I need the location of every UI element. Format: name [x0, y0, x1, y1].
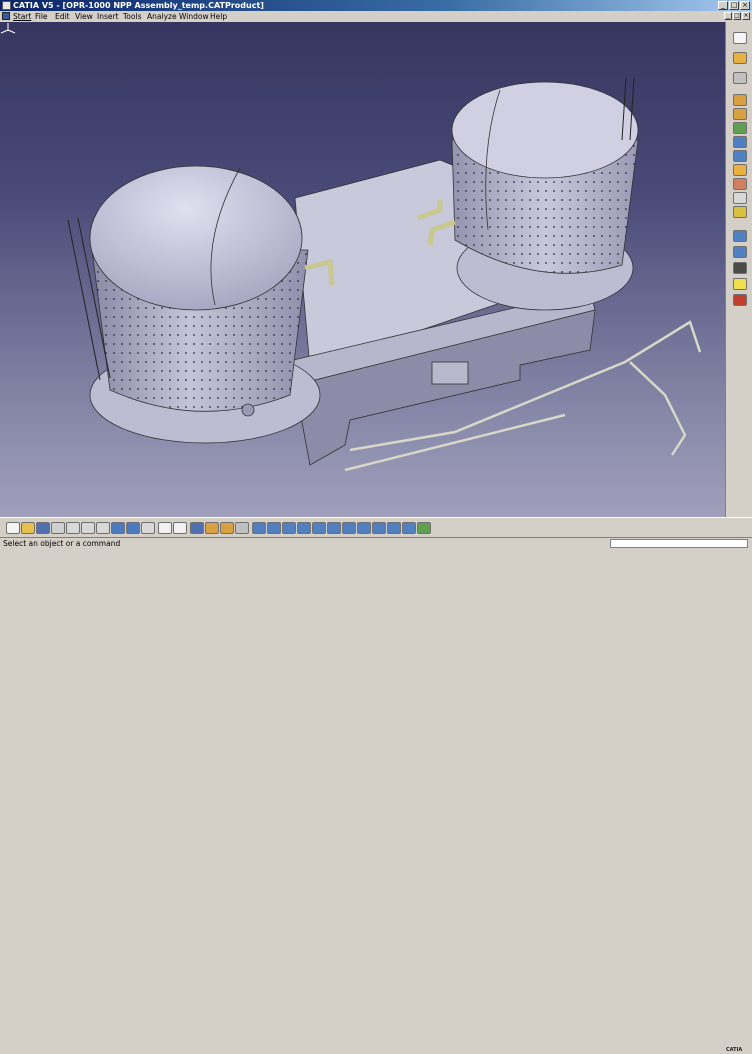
doc-close-button[interactable]: × — [742, 12, 750, 20]
3d-viewport[interactable] — [0, 22, 725, 517]
hide-show-icon[interactable] — [387, 522, 401, 534]
right-storage-tank[interactable] — [451, 81, 639, 274]
annotation-icon[interactable] — [733, 262, 747, 274]
menu-edit[interactable]: Edit — [55, 11, 70, 22]
fit-all-icon[interactable] — [267, 522, 281, 534]
cut-icon[interactable] — [66, 522, 80, 534]
scene-icon[interactable] — [733, 192, 747, 204]
sketch-icon[interactable] — [205, 522, 219, 534]
copy-icon[interactable] — [81, 522, 95, 534]
status-message: Select an object or a command — [3, 539, 121, 548]
knowledge-icon[interactable] — [235, 522, 249, 534]
sketch-icon[interactable] — [733, 52, 747, 64]
manipulate-icon[interactable] — [733, 150, 747, 162]
doc-minimize-button[interactable]: _ — [724, 12, 732, 20]
zoom-out-icon[interactable] — [327, 522, 341, 534]
swap-icon[interactable] — [402, 522, 416, 534]
window-title: CATIA V5 - [OPR-1000 NPP Assembly_temp.C… — [13, 1, 264, 10]
close-button[interactable]: × — [740, 1, 750, 10]
constraint-icon[interactable] — [733, 122, 747, 134]
menu-window[interactable]: Window — [179, 11, 209, 22]
part-icon[interactable] — [733, 94, 747, 106]
title-bar: CATIA V5 - [OPR-1000 NPP Assembly_temp.C… — [0, 0, 752, 11]
compass-axis-icon[interactable] — [0, 22, 16, 38]
render-style-icon[interactable] — [372, 522, 386, 534]
fly-icon[interactable] — [252, 522, 266, 534]
iso-view-icon[interactable] — [357, 522, 371, 534]
product-icon[interactable] — [733, 108, 747, 120]
menu-file[interactable]: File — [35, 11, 48, 22]
right-toolbar — [725, 22, 752, 517]
rotate-view-icon[interactable] — [297, 522, 311, 534]
minimize-button[interactable]: _ — [718, 1, 728, 10]
print-icon[interactable] — [51, 522, 65, 534]
measure-icon[interactable] — [733, 136, 747, 148]
menu-tools[interactable]: Tools — [123, 11, 141, 22]
command-input[interactable] — [610, 539, 748, 548]
clash-icon[interactable] — [733, 230, 747, 242]
catia-logo: CATIA — [726, 1040, 750, 1054]
comment-icon[interactable] — [173, 522, 187, 534]
explode-icon[interactable] — [733, 206, 747, 218]
formula-icon[interactable] — [158, 522, 172, 534]
catia-app-icon[interactable] — [2, 1, 11, 10]
zoom-in-icon[interactable] — [312, 522, 326, 534]
paste-icon[interactable] — [96, 522, 110, 534]
snap-icon[interactable] — [733, 164, 747, 176]
maximize-button[interactable]: □ — [729, 1, 739, 10]
undo-icon[interactable] — [111, 522, 125, 534]
new-icon[interactable] — [6, 522, 20, 534]
help-icon[interactable] — [141, 522, 155, 534]
bottom-toolbar: CATIA — [0, 517, 752, 1053]
open-icon[interactable] — [21, 522, 35, 534]
document-icon[interactable] — [2, 12, 10, 20]
menu-help[interactable]: Help — [210, 11, 227, 22]
window-controls: _ □ × — [718, 1, 750, 10]
document-window-controls: _ □ × — [724, 12, 750, 20]
lightbulb-icon[interactable] — [733, 278, 747, 290]
menu-start[interactable]: Start — [13, 11, 31, 22]
menu-insert[interactable]: Insert — [97, 11, 119, 22]
pan-icon[interactable] — [282, 522, 296, 534]
select-icon[interactable] — [733, 32, 747, 44]
apply-material-icon[interactable] — [417, 522, 431, 534]
status-bar: Select an object or a command — [0, 537, 752, 550]
menu-analyze[interactable]: Analyze — [147, 11, 177, 22]
doc-restore-button[interactable]: □ — [733, 12, 741, 20]
catalog-icon[interactable] — [190, 522, 204, 534]
assembly-model[interactable] — [0, 22, 725, 517]
catalog-icon[interactable] — [733, 178, 747, 190]
normal-view-icon[interactable] — [342, 522, 356, 534]
delete-icon[interactable] — [733, 294, 747, 306]
rotate-icon[interactable] — [733, 72, 747, 84]
redo-icon[interactable] — [126, 522, 140, 534]
left-storage-tank[interactable] — [89, 165, 309, 417]
product-icon[interactable] — [220, 522, 234, 534]
save-icon[interactable] — [36, 522, 50, 534]
section-icon[interactable] — [733, 246, 747, 258]
catia-brand-text: CATIA — [726, 1047, 743, 1053]
menu-view[interactable]: View — [75, 11, 93, 22]
